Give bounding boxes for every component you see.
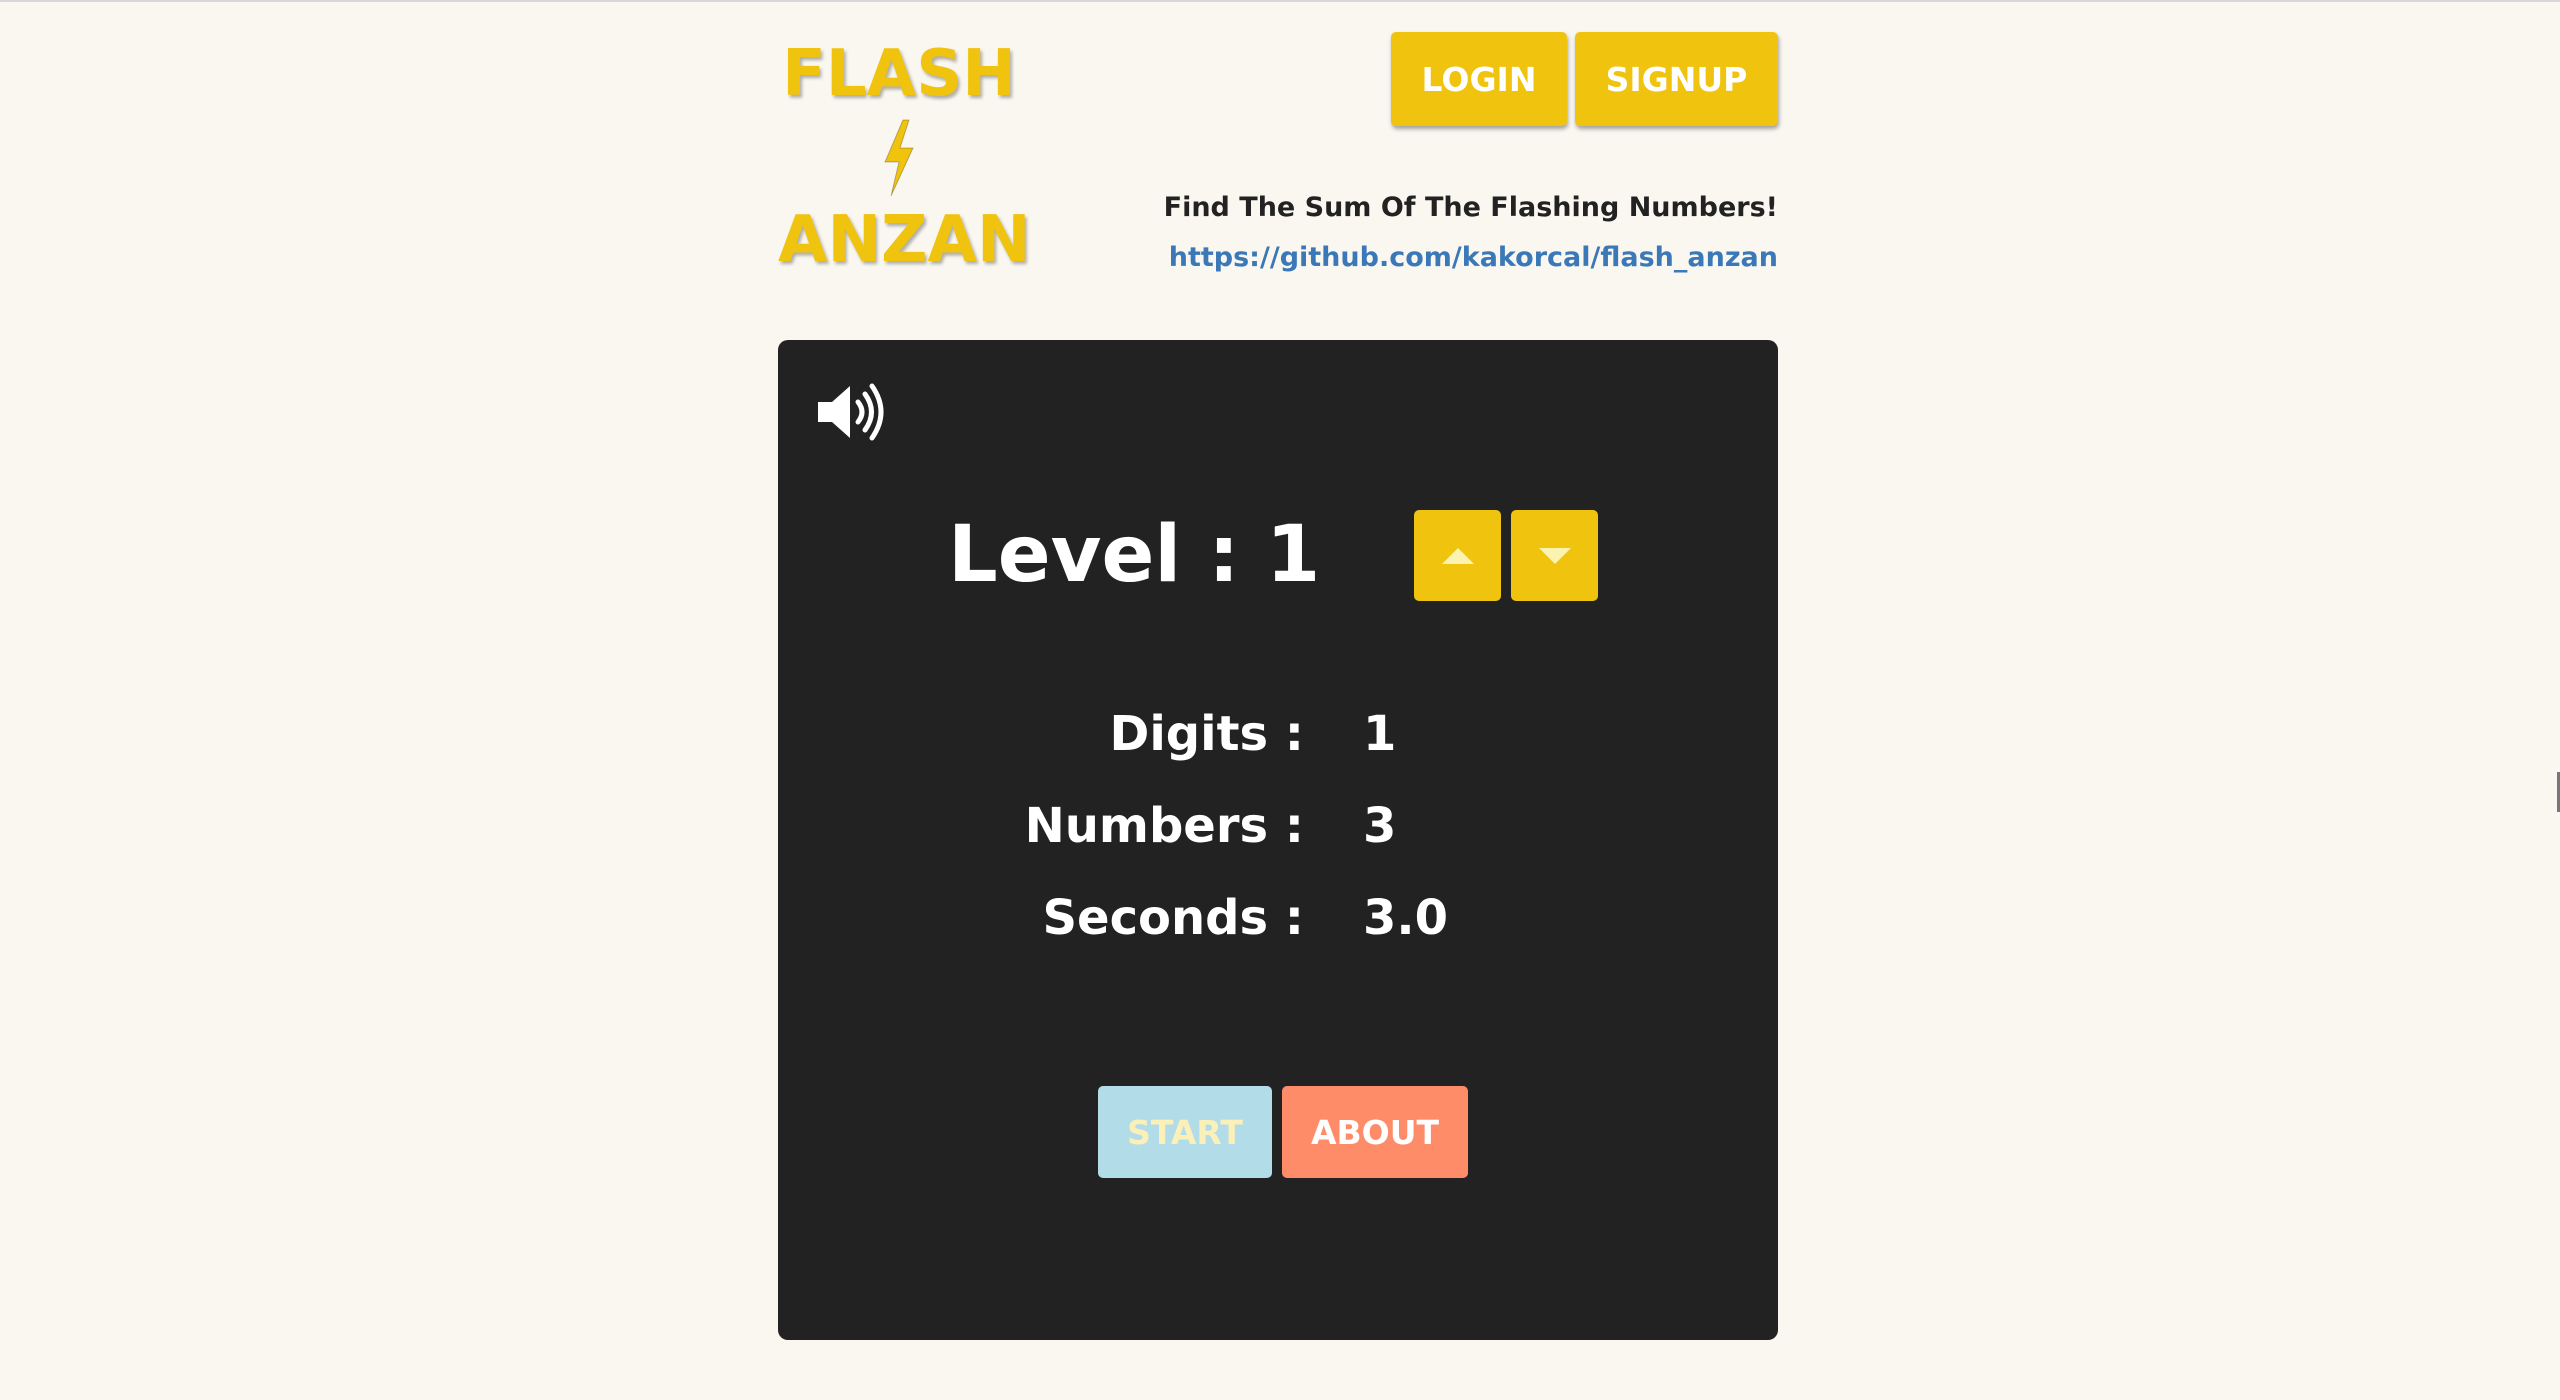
volume-high-icon[interactable] <box>816 380 888 444</box>
digits-label: Digits : <box>1109 706 1304 762</box>
page: FLASH ANZAN LOGIN SIGNUP Find The Sum Of… <box>0 0 2560 1400</box>
numbers-value: 3 <box>1363 798 1397 854</box>
logo-text-flash: FLASH <box>782 37 1016 111</box>
level-value: 1 <box>1266 510 1321 600</box>
tagline: Find The Sum Of The Flashing Numbers! <box>1163 192 1778 223</box>
lightning-bolt-icon <box>884 119 914 197</box>
caret-up-icon <box>1441 547 1474 564</box>
caret-down-icon <box>1538 547 1571 564</box>
start-button[interactable]: START <box>1098 1086 1272 1178</box>
level-up-button[interactable] <box>1414 510 1501 601</box>
signup-button[interactable]: SIGNUP <box>1575 32 1778 126</box>
login-button[interactable]: LOGIN <box>1391 32 1567 126</box>
numbers-label: Numbers : <box>1024 798 1304 854</box>
level-down-button[interactable] <box>1511 510 1598 601</box>
about-button[interactable]: ABOUT <box>1282 1086 1468 1178</box>
game-panel: Level : 1 Digits : 1 Numbers : 3 Seconds… <box>778 340 1778 1340</box>
logo[interactable]: FLASH ANZAN <box>778 37 1031 277</box>
github-repo-link[interactable]: https://github.com/kakorcal/flash_anzan <box>1169 242 1778 273</box>
level-label: Level : <box>948 510 1240 600</box>
digits-value: 1 <box>1363 706 1397 762</box>
seconds-label: Seconds : <box>1042 890 1304 946</box>
logo-text-anzan: ANZAN <box>778 203 1031 277</box>
seconds-value: 3.0 <box>1363 890 1449 946</box>
